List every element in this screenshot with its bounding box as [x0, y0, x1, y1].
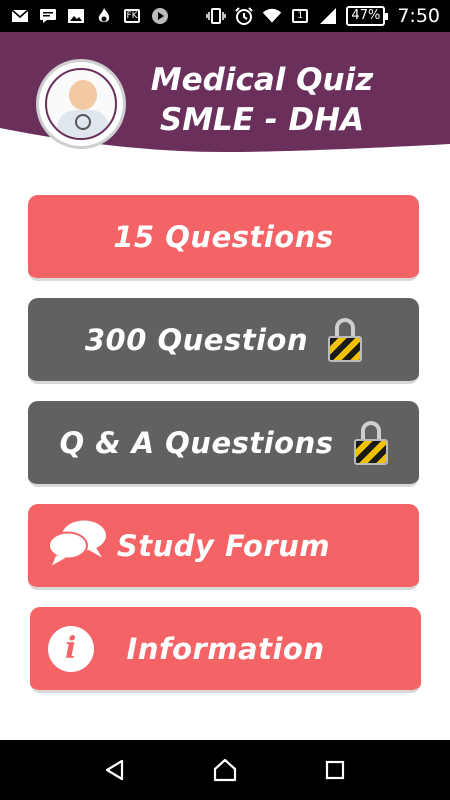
information-button[interactable]: i Information	[30, 607, 421, 693]
commission-logo	[36, 59, 126, 149]
recents-icon[interactable]	[315, 750, 355, 790]
fifteen-questions-button[interactable]: 15 Questions	[28, 195, 419, 281]
vibrate-icon	[206, 8, 227, 24]
lock-icon	[353, 420, 388, 465]
battery-icon: 47%	[346, 6, 389, 26]
wifi-icon	[262, 8, 282, 24]
info-icon: i	[48, 625, 94, 672]
email-icon	[10, 8, 30, 24]
study-forum-button[interactable]: Study Forum	[28, 504, 419, 590]
system-nav-bar	[0, 740, 450, 800]
qa-questions-button[interactable]: Q & A Questions	[28, 401, 419, 487]
fk-icon: FK	[122, 8, 142, 24]
home-icon[interactable]	[205, 750, 245, 790]
flame-icon	[94, 8, 114, 24]
back-icon[interactable]	[95, 750, 135, 790]
button-label: Q & A Questions	[59, 425, 334, 460]
app-header: Medical Quiz SMLE - DHA	[0, 32, 450, 164]
play-icon	[150, 8, 170, 24]
app-title-line1: Medical Quiz	[150, 62, 374, 98]
button-label: Study Forum	[116, 528, 331, 563]
button-label: 15 Questions	[113, 219, 334, 254]
three-hundred-question-button[interactable]: 300 Question	[28, 298, 419, 384]
status-bar: FK 1 47% 7:50	[0, 0, 450, 32]
signal-icon	[318, 8, 338, 24]
app-title: Medical Quiz SMLE - DHA	[142, 60, 382, 140]
image-icon	[66, 8, 86, 24]
app-title-line2: SMLE - DHA	[159, 102, 365, 138]
sim-icon: 1	[290, 8, 310, 24]
alarm-icon	[234, 7, 254, 25]
lock-icon	[328, 317, 363, 362]
chat-bubbles-icon	[46, 517, 108, 574]
clock: 7:50	[397, 5, 440, 27]
button-label: Information	[126, 631, 325, 666]
button-label: 300 Question	[84, 322, 309, 357]
message-icon	[38, 8, 58, 24]
